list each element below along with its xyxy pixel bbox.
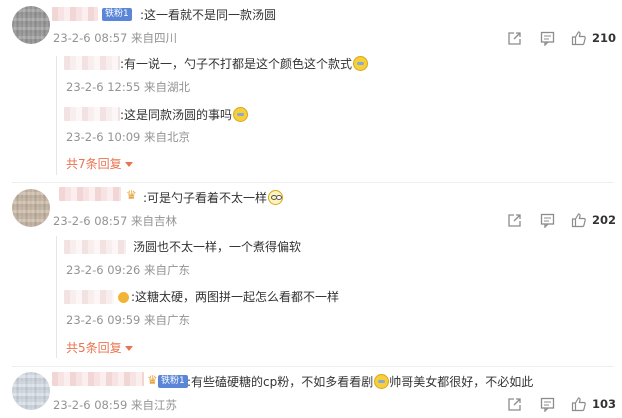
thumbs-up-icon xyxy=(571,397,586,412)
laugh-cry-emoji xyxy=(233,107,249,122)
comment-icon xyxy=(540,397,555,412)
reply-text: :有一说一，勺子不打都是这个颜色这个款式 xyxy=(120,56,369,71)
share-button[interactable] xyxy=(507,213,522,228)
comment-meta: 23-2-6 08:57 来自四川 xyxy=(53,31,178,45)
laugh-cry-emoji xyxy=(353,56,369,71)
divider xyxy=(12,182,614,183)
username-blurred[interactable] xyxy=(64,107,120,121)
username-blurred[interactable] xyxy=(64,56,120,70)
fan-badge: 铁粉1 xyxy=(102,8,132,21)
reply-meta: 23-2-6 09:59 来自广东 xyxy=(66,313,191,327)
like-count: 210 xyxy=(592,31,617,45)
like-button[interactable] xyxy=(571,212,587,228)
laugh-cry-emoji xyxy=(374,374,390,389)
coin-icon xyxy=(118,292,129,303)
more-replies-link[interactable]: 共5条回复 xyxy=(66,341,133,355)
like-button[interactable] xyxy=(571,30,587,46)
reply-thread-line xyxy=(56,56,57,175)
avatar[interactable] xyxy=(12,189,50,227)
crown-icon: ♛ xyxy=(147,373,158,387)
comment-text: :有些磕硬糖的cp粉，不如多看看剧 帅哥美女都很好，不必如此 xyxy=(187,374,534,389)
reply-text: 汤圆也不太一样，一个煮得偏软 xyxy=(133,240,302,254)
reply-thread-line xyxy=(56,236,57,358)
username-blurred[interactable] xyxy=(59,187,121,201)
reply-text: :这糖太硬，两图拼一起怎么看都不一样 xyxy=(131,290,340,304)
more-replies-link[interactable]: 共7条回复 xyxy=(66,157,133,171)
username-blurred[interactable] xyxy=(52,372,144,386)
glasses-emoji xyxy=(268,190,284,205)
avatar[interactable] xyxy=(12,6,50,44)
username-blurred[interactable] xyxy=(52,7,98,21)
avatar[interactable] xyxy=(12,372,50,410)
share-icon xyxy=(508,398,521,411)
crown-icon: ♛ xyxy=(126,188,137,202)
username-blurred[interactable] xyxy=(64,240,126,254)
thumbs-up-icon xyxy=(571,31,586,46)
share-button[interactable] xyxy=(507,397,522,412)
chevron-down-icon xyxy=(124,162,133,167)
share-icon xyxy=(508,32,521,45)
comment-meta: 23-2-6 08:57 来自吉林 xyxy=(53,214,178,228)
comment-text: :可是勺子看着不太一样 xyxy=(143,190,284,205)
thumbs-up-icon xyxy=(571,213,586,228)
chevron-down-icon xyxy=(124,346,133,351)
reply-meta: 23-2-6 12:55 来自湖北 xyxy=(66,80,191,94)
comment-button[interactable] xyxy=(540,213,555,228)
reply-text: :这是同款汤圆的事吗 xyxy=(120,107,249,122)
divider xyxy=(12,366,614,367)
comment-meta: 23-2-6 08:59 来自江苏 xyxy=(53,398,178,412)
comment-icon xyxy=(540,213,555,228)
like-count: 103 xyxy=(592,397,617,411)
comment-text: :这一看就不是同一款汤圆 xyxy=(140,8,277,22)
like-button[interactable] xyxy=(571,396,587,412)
reply-meta: 23-2-6 09:26 来自广东 xyxy=(66,263,191,277)
share-button[interactable] xyxy=(507,31,522,46)
fan-badge: 铁粉1 xyxy=(158,375,188,388)
share-icon xyxy=(508,214,521,227)
reply-meta: 23-2-6 10:09 来自北京 xyxy=(66,130,191,144)
username-blurred[interactable] xyxy=(64,290,114,304)
comment-button[interactable] xyxy=(540,397,555,412)
comment-icon xyxy=(540,31,555,46)
like-count: 202 xyxy=(592,213,617,227)
comment-button[interactable] xyxy=(540,31,555,46)
